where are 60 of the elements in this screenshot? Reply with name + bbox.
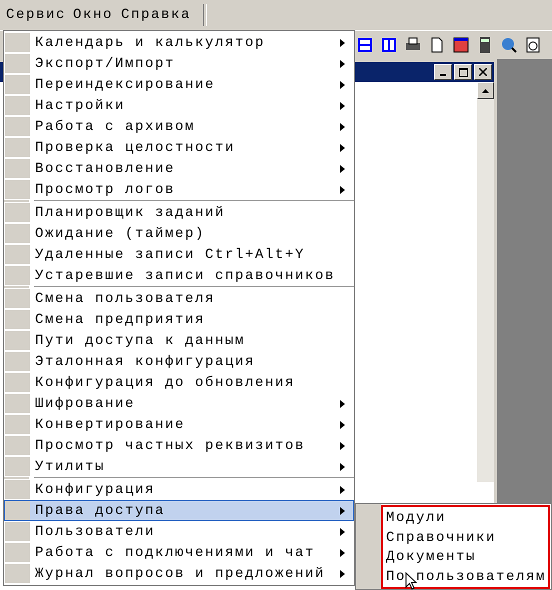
menu-item[interactable]: Пути доступа к данным [4,330,354,351]
menu-item[interactable]: Настройки [4,95,354,116]
menu-item[interactable]: Восстановление [4,158,354,179]
close-button[interactable] [474,64,492,80]
menu-item[interactable]: Просмотр частных реквизитов [4,435,354,456]
scrollbar[interactable] [477,82,494,482]
menu-item[interactable]: Планировщик заданий [4,202,354,223]
submenu-arrow-icon [340,144,345,152]
menu-item[interactable]: Конфигурация до обновления [4,372,354,393]
menu-item[interactable]: Работа с архивом [4,116,354,137]
submenu-item[interactable]: Модули [383,508,548,528]
maximize-icon [458,68,468,76]
submenu-arrow-icon [340,80,345,88]
submenu-item[interactable]: Документы [383,548,548,568]
menu-item[interactable]: Смена предприятия [4,309,354,330]
menu-item[interactable]: Шифрование [4,393,354,414]
close-icon [479,68,487,76]
menu-item[interactable]: Конвертирование [4,414,354,435]
menu-item[interactable]: Переиндексирование [4,74,354,95]
submenu-item[interactable]: Справочники [383,528,548,548]
submenu-arrow-icon [340,548,345,556]
submenu-arrow-icon [340,102,345,110]
submenu-arrow-icon [340,462,345,470]
vertical-split-icon[interactable] [380,36,398,54]
menu-item[interactable]: Права доступа [4,500,354,521]
menu-bar-item[interactable]: Сервис [3,3,70,27]
submenu-arrow-icon [340,60,345,68]
menu-item[interactable]: Работа с подключениями и чат [4,542,354,563]
submenu-arrow-icon [340,122,345,130]
submenu-arrow-icon [340,570,345,578]
horizontal-split-icon[interactable] [356,36,374,54]
menu-item[interactable]: Журнал вопросов и предложений [4,563,354,584]
menu-item[interactable]: Эталонная конфигурация [4,351,354,372]
menu-item[interactable]: Смена пользователя [4,288,354,309]
submenu-arrow-icon [340,442,345,450]
submenu-arrow-icon [340,400,345,408]
menu-item[interactable]: Удаленные записи Ctrl+Alt+Y [4,244,354,265]
menu-item[interactable]: Утилиты [4,456,354,477]
menu-item[interactable]: Конфигурация [4,479,354,500]
submenu-arrow-icon [340,528,345,536]
up-arrow-icon [482,88,489,92]
submenu-item[interactable]: По пользователям [383,567,548,587]
submenu-arrow-icon [340,506,345,514]
menu-bar-item[interactable]: Справка [117,2,196,28]
menu-item[interactable]: Пользователи [4,521,354,542]
submenu-arrow-icon [340,186,345,194]
menu-item[interactable]: Просмотр логов [4,179,354,200]
scroll-up-button[interactable] [477,82,494,99]
calendar-icon[interactable] [452,36,470,54]
minimize-button[interactable] [434,64,452,80]
menu-item[interactable]: Устаревшие записи справочников [4,265,354,286]
submenu-arrow-icon [340,164,345,172]
submenu-arrow-icon [340,420,345,428]
maximize-button[interactable] [454,64,472,80]
menu-item[interactable]: Ожидание (таймер) [4,223,354,244]
menu-item[interactable]: Экспорт/Импорт [4,53,354,74]
menu-item[interactable]: Проверка целостности [4,137,354,158]
menu-bar-item[interactable]: Окно [69,2,118,28]
submenu-arrow-icon [340,486,345,494]
submenu-arrow-icon [340,38,345,46]
